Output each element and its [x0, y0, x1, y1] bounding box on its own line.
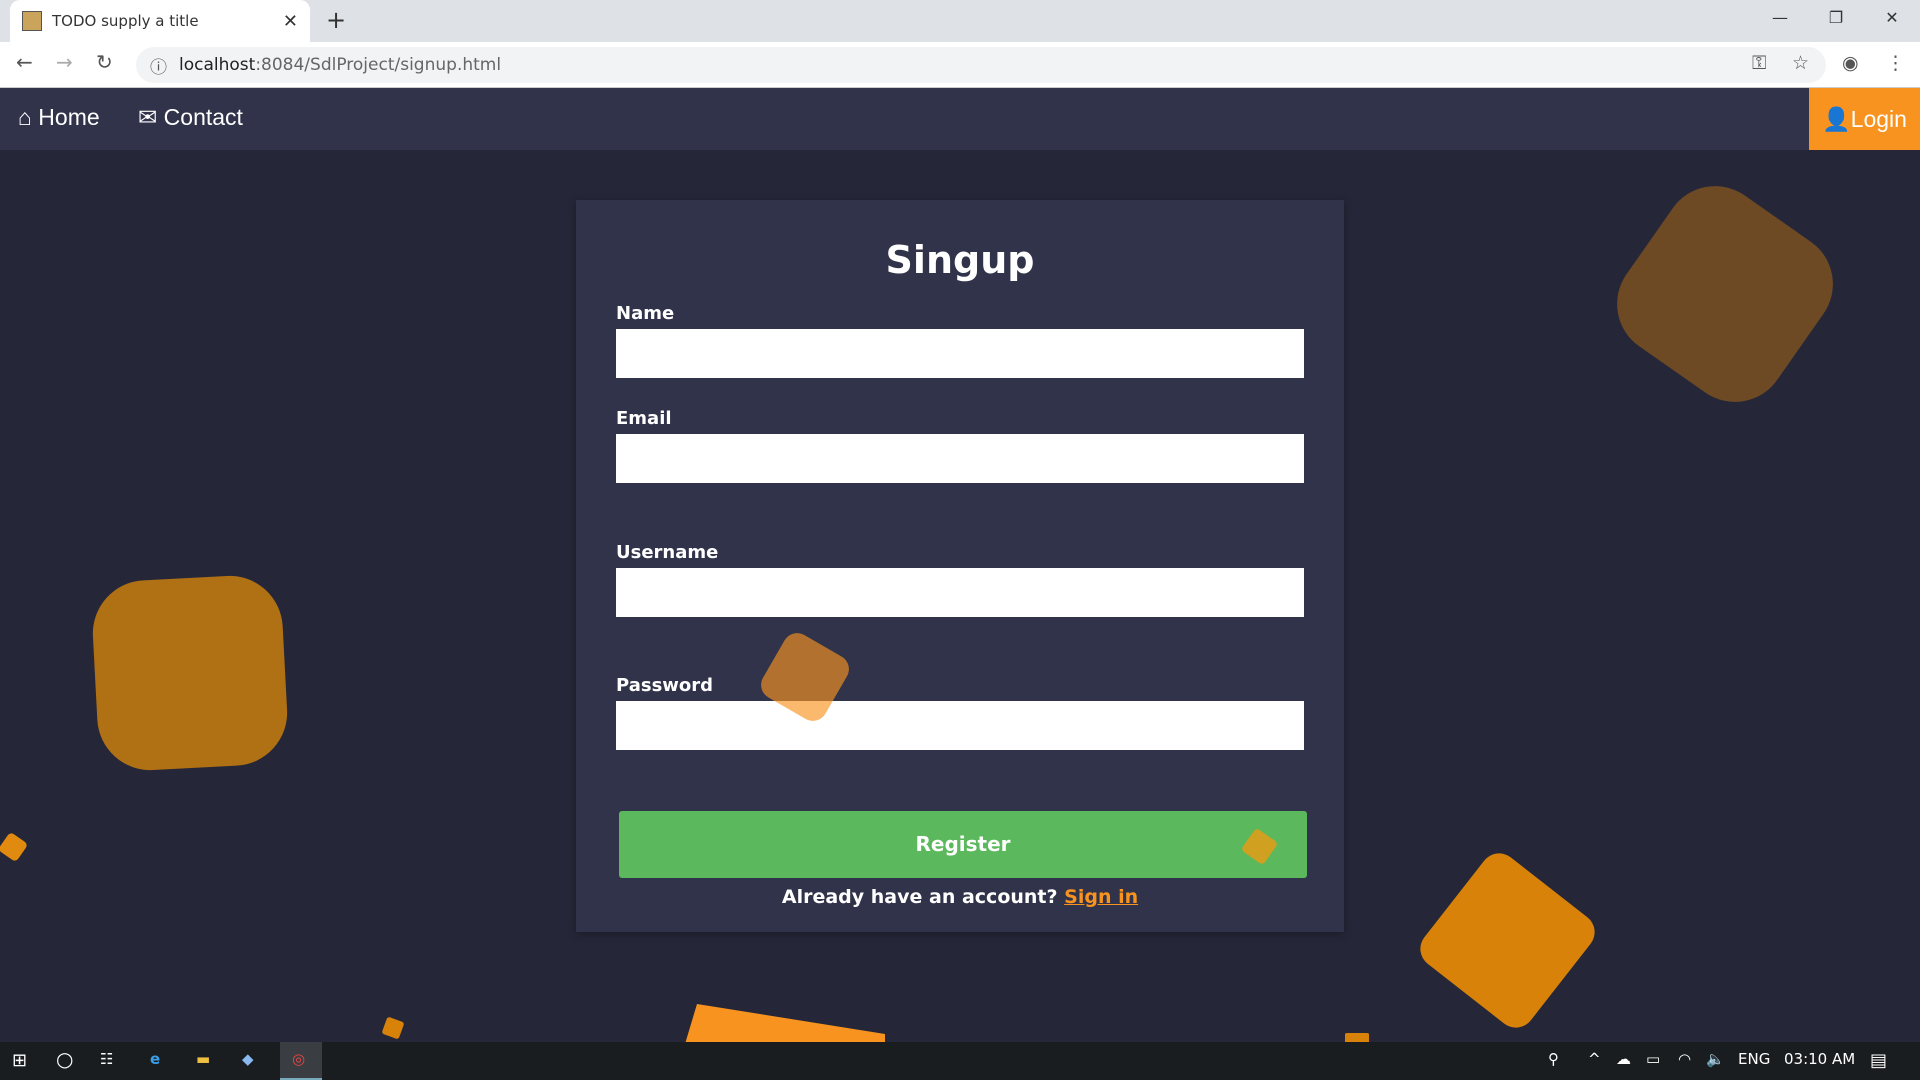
login-label: Login — [1850, 106, 1907, 132]
chrome-icon[interactable]: ◎ — [280, 1042, 322, 1080]
key-icon[interactable]: ⚿ — [1752, 52, 1766, 74]
browser-tab[interactable]: TODO supply a title ✕ — [10, 0, 310, 42]
navbar: ⌂ Home ✉ Contact 👤Login — [0, 88, 1920, 150]
minimize-icon[interactable]: — — [1752, 0, 1808, 36]
address-bar: ← → ↻ ⓘ localhost:8084/SdlProject/signup… — [0, 42, 1920, 88]
decor-shape — [685, 1004, 885, 1044]
signin-prompt: Already have an account? Sign in — [576, 886, 1344, 908]
close-window-icon[interactable]: ✕ — [1864, 0, 1920, 36]
language-indicator[interactable]: ENG — [1738, 1050, 1770, 1068]
name-input[interactable] — [616, 329, 1304, 378]
battery-icon[interactable]: ▭ — [1646, 1050, 1660, 1068]
info-icon[interactable]: ⓘ — [150, 53, 167, 78]
search-icon[interactable]: ○ — [56, 1047, 73, 1071]
tab-title: TODO supply a title — [52, 12, 199, 30]
envelope-icon: ✉ — [138, 104, 158, 130]
taskbar: ⊞ ○ ☷ e ▬ ◆ ◎ ⚲ ^ ☁ ▭ ◠ 🔈 ENG 03:10 AM ▤ — [0, 1042, 1920, 1080]
people-icon[interactable]: ⚲ — [1548, 1050, 1559, 1068]
url-host: localhost — [179, 55, 256, 75]
password-input[interactable] — [616, 701, 1304, 750]
notifications-icon[interactable]: ▤ — [1870, 1050, 1887, 1071]
username-label: Username — [616, 542, 719, 563]
file-explorer-icon[interactable]: ▬ — [196, 1050, 210, 1068]
edge-icon[interactable]: e — [150, 1050, 160, 1068]
email-input[interactable] — [616, 434, 1304, 483]
email-label: Email — [616, 408, 672, 429]
url-path: :8084/SdlProject/signup.html — [255, 55, 502, 75]
star-icon[interactable]: ☆ — [1792, 52, 1809, 74]
back-icon[interactable]: ← — [16, 50, 33, 74]
name-label: Name — [616, 303, 675, 324]
register-label: Register — [915, 832, 1011, 856]
favicon-icon — [22, 11, 42, 31]
menu-icon[interactable]: ⋮ — [1886, 52, 1905, 74]
app-icon[interactable]: ◆ — [242, 1050, 254, 1068]
wifi-icon[interactable]: ◠ — [1678, 1050, 1691, 1068]
username-input[interactable] — [616, 568, 1304, 617]
nav-home[interactable]: ⌂ Home — [18, 104, 100, 131]
decor-shape — [1412, 845, 1603, 1036]
close-tab-icon[interactable]: ✕ — [283, 11, 298, 32]
decor-shape — [1596, 165, 1854, 423]
decor-shape — [381, 1016, 405, 1040]
tray-chevron-icon[interactable]: ^ — [1588, 1050, 1601, 1068]
volume-icon[interactable]: 🔈 — [1706, 1050, 1725, 1068]
task-view-icon[interactable]: ☷ — [100, 1050, 113, 1068]
login-button[interactable]: 👤Login — [1809, 88, 1920, 150]
user-icon: 👤 — [1822, 106, 1851, 132]
home-label: Home — [38, 104, 100, 130]
decor-shape — [0, 831, 29, 863]
url-input[interactable]: ⓘ localhost:8084/SdlProject/signup.html — [136, 47, 1826, 83]
forward-icon[interactable]: → — [56, 50, 73, 74]
decor-shape — [90, 573, 290, 773]
windows-start-icon[interactable]: ⊞ — [12, 1050, 27, 1071]
reload-icon[interactable]: ↻ — [96, 50, 113, 74]
register-button[interactable]: Register — [619, 811, 1307, 878]
home-icon: ⌂ — [18, 104, 32, 130]
nav-contact[interactable]: ✉ Contact — [138, 104, 243, 131]
contact-label: Contact — [163, 104, 243, 130]
profile-icon[interactable]: ◉ — [1842, 52, 1859, 74]
new-tab-icon[interactable]: + — [326, 6, 346, 34]
clock[interactable]: 03:10 AM — [1784, 1050, 1855, 1068]
tab-strip: TODO supply a title ✕ + — ❐ ✕ — [0, 0, 1920, 42]
page-title: Singup — [885, 238, 1035, 282]
signin-link[interactable]: Sign in — [1064, 886, 1138, 908]
password-label: Password — [616, 675, 714, 696]
already-text: Already have an account? — [781, 886, 1065, 908]
onedrive-icon[interactable]: ☁ — [1616, 1050, 1631, 1068]
restore-icon[interactable]: ❐ — [1808, 0, 1864, 36]
signup-card: Singup Name Email Username Password Regi… — [576, 200, 1344, 932]
